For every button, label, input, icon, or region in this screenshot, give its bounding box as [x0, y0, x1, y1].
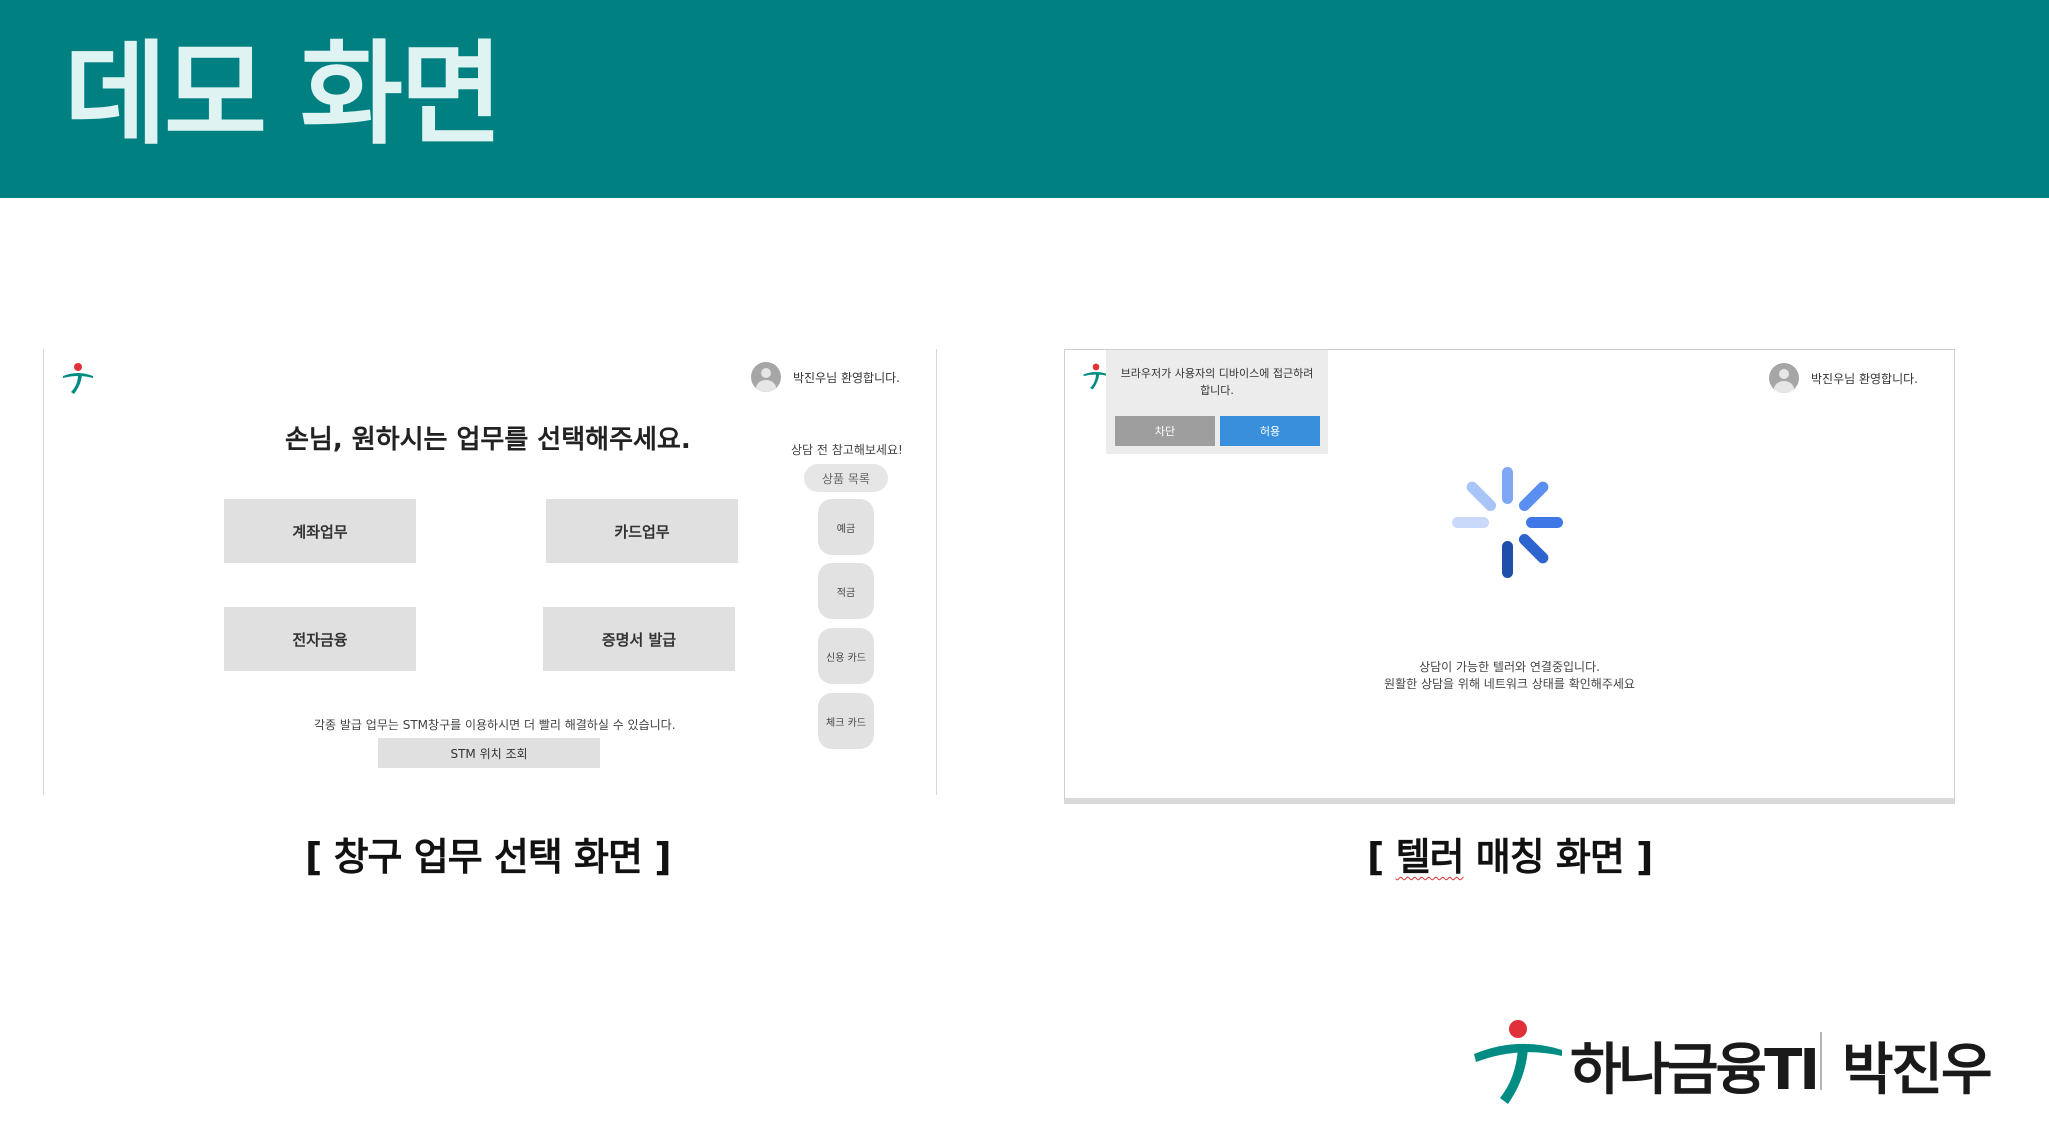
credit-card-category-button[interactable]: 신용 카드 — [818, 628, 874, 684]
title-banner: 데모 화면 — [0, 0, 2049, 198]
card-task-button[interactable]: 카드업무 — [546, 499, 738, 563]
welcome-text: 박진우님 환영합니다. — [1811, 371, 1918, 386]
e-finance-task-button[interactable]: 전자금융 — [224, 607, 416, 671]
account-task-button[interactable]: 계좌업무 — [224, 499, 416, 563]
welcome-text: 박진우님 환영합니다. — [793, 370, 900, 385]
task-heading: 손님, 원하시는 업무를 선택해주세요. — [285, 425, 691, 455]
spinner-spoke — [1466, 481, 1497, 512]
status-line-1: 상담이 가능한 텔러와 연결중입니다. — [1419, 660, 1600, 674]
connection-status: 상담이 가능한 텔러와 연결중입니다. 원활한 상담을 위해 네트워크 상태를 … — [1065, 659, 1954, 694]
allow-button[interactable]: 허용 — [1220, 416, 1320, 446]
certificate-task-button[interactable]: 증명서 발급 — [543, 607, 735, 671]
status-line-2: 원활한 상담을 위해 네트워크 상태를 확인해주세요 — [1384, 677, 1635, 692]
caption-teller-word: 텔러 — [1395, 835, 1465, 879]
left-screen-caption: [ 창구 업무 선택 화면 ] — [305, 835, 672, 879]
user-greeting: 박진우님 환영합니다. — [751, 362, 900, 392]
spinner-spoke — [1518, 533, 1549, 564]
deposit-category-button[interactable]: 예금 — [818, 499, 874, 555]
stm-location-button[interactable]: STM 위치 조회 — [378, 738, 600, 768]
author-name: 박진우 — [1842, 1038, 1993, 1103]
check-card-category-button[interactable]: 체크 카드 — [818, 693, 874, 749]
savings-category-button[interactable]: 적금 — [818, 563, 874, 619]
teller-matching-screen: 브라우저가 사용자의 디바이스에 접근하려 합니다. 차단 허용 박진우님 환영… — [1064, 349, 1955, 804]
product-list-pill[interactable]: 상품 목록 — [804, 464, 888, 492]
page-title: 데모 화면 — [64, 30, 503, 160]
side-caption: 상담 전 참고해보세요! — [791, 443, 903, 457]
avatar — [1769, 363, 1799, 393]
hana-brand-logo-icon — [1474, 1020, 1562, 1104]
user-greeting: 박진우님 환영합니다. — [1769, 363, 1918, 393]
task-selection-screen: 박진우님 환영합니다. 손님, 원하시는 업무를 선택해주세요. 계좌업무 카드… — [43, 349, 937, 795]
hana-logo-icon — [63, 363, 93, 394]
avatar — [751, 362, 781, 392]
permission-message: 브라우저가 사용자의 디바이스에 접근하려 합니다. — [1106, 366, 1328, 399]
block-button[interactable]: 차단 — [1115, 416, 1215, 446]
permission-line-1: 브라우저가 사용자의 디바이스에 접근하려 — [1120, 367, 1314, 380]
stm-note: 각종 발급 업무는 STM창구를 이용하시면 더 빨리 해결하실 수 있습니다. — [314, 718, 676, 732]
right-screen-caption: [ 텔러 매칭 화면 ] — [1367, 826, 1654, 881]
spinner-spoke — [1518, 481, 1549, 512]
caption-rest: 매칭 화면 ] — [1463, 835, 1654, 879]
loading-spinner-icon — [1452, 467, 1563, 578]
brand-divider — [1820, 1032, 1822, 1090]
permission-line-2: 합니다. — [1200, 383, 1234, 397]
brand-name: 하나금융TI — [1570, 1038, 1820, 1103]
caption-open: [ — [1367, 835, 1396, 879]
permission-dialog: 브라우저가 사용자의 디바이스에 접근하려 합니다. 차단 허용 — [1106, 350, 1328, 454]
